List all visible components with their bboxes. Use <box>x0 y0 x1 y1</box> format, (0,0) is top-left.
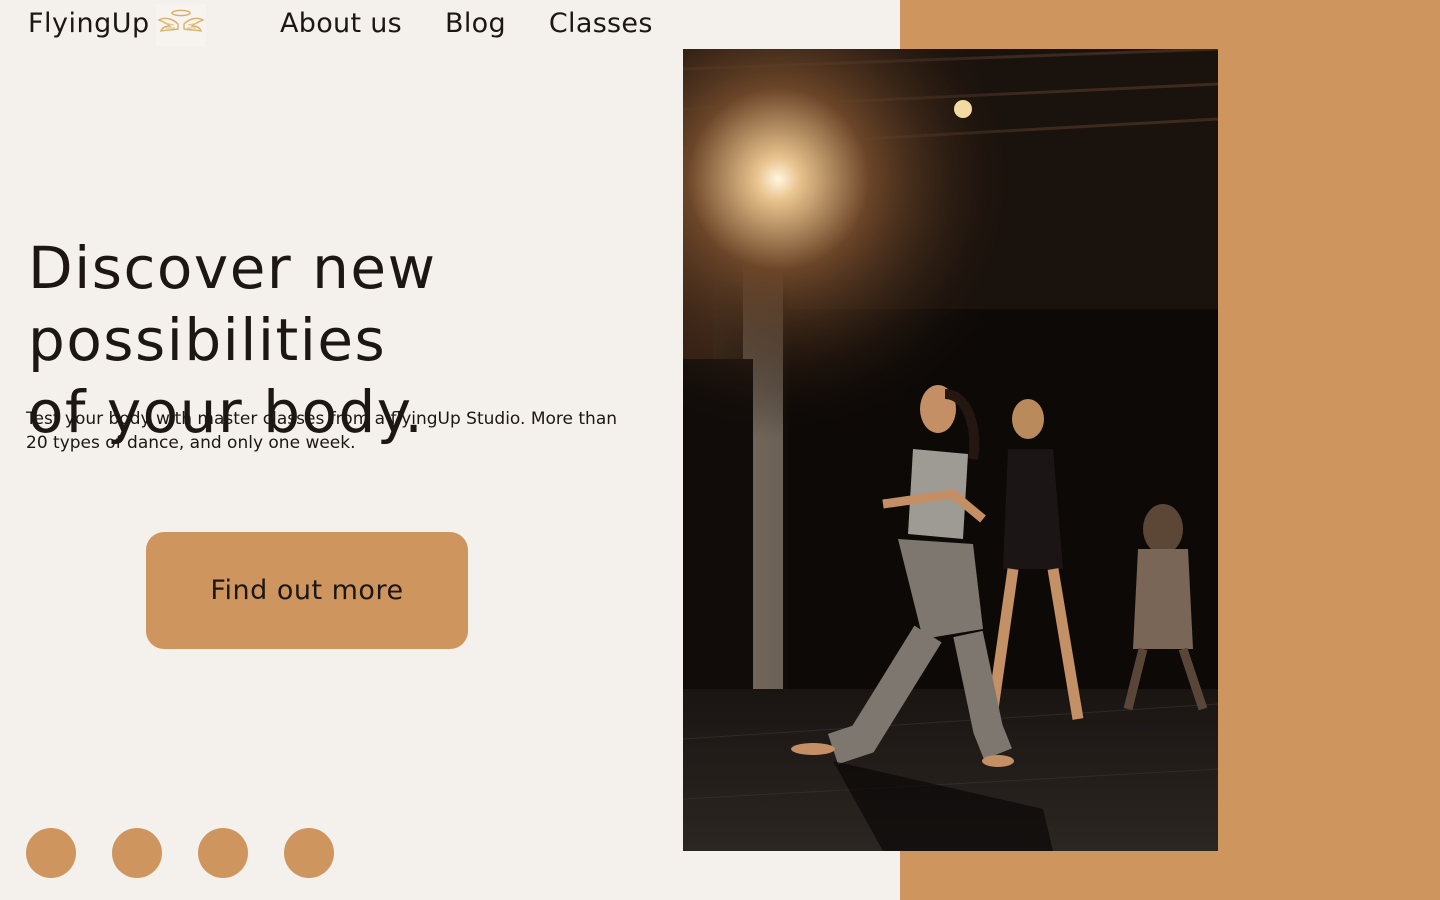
hero-headline-line1: Discover new possibilities <box>28 234 437 374</box>
carousel-dots <box>26 828 334 878</box>
carousel-dot[interactable] <box>198 828 248 878</box>
carousel-dot[interactable] <box>112 828 162 878</box>
hero-description: Test your body with master classes from … <box>26 409 618 453</box>
brand-logo-text[interactable]: FlyingUp <box>28 6 150 42</box>
main-nav: About us Blog Classes <box>280 6 653 42</box>
angel-wings-halo-icon <box>156 4 206 46</box>
dance-class-photo <box>683 49 1218 851</box>
nav-link-about-us[interactable]: About us <box>280 6 402 42</box>
carousel-dot[interactable] <box>26 828 76 878</box>
carousel-dot[interactable] <box>284 828 334 878</box>
find-out-more-button[interactable]: Find out more <box>146 532 468 649</box>
nav-link-blog[interactable]: Blog <box>445 6 506 42</box>
nav-link-classes[interactable]: Classes <box>549 6 653 42</box>
